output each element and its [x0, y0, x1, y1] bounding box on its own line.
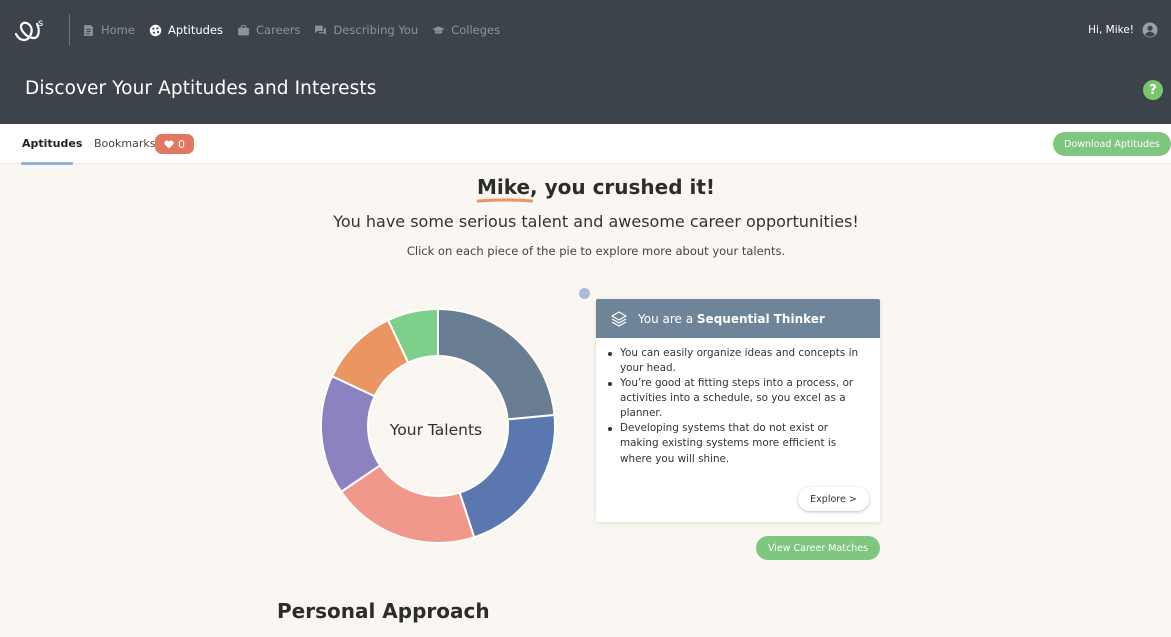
nav-label-describing-you: Describing You [333, 23, 419, 37]
palette-icon [149, 24, 162, 36]
headline-name: Mike, [476, 175, 538, 199]
page-title: Discover Your Aptitudes and Interests [25, 78, 377, 99]
list-item: You can easily organize ideas and concep… [608, 346, 866, 376]
list-item: You’re good at fitting steps into a proc… [608, 376, 866, 421]
user-avatar-icon [1142, 22, 1158, 38]
help-button[interactable]: ? [1143, 80, 1163, 100]
donut-center-label: Your Talents [389, 421, 483, 439]
briefcase-icon [238, 24, 249, 35]
instruction-text: Click on each piece of the pie to explor… [406, 244, 786, 258]
nav-item-describing-you[interactable]: Describing You [314, 23, 418, 37]
headline-text: you crushed it! [544, 175, 716, 199]
list-item: Developing systems that do not exist or … [608, 421, 866, 466]
section-title-personal-approach: Personal Approach [277, 599, 490, 623]
headline: Mike, you crushed it! [0, 175, 1171, 203]
active-tab-indicator [21, 162, 73, 165]
layers-icon [611, 310, 627, 327]
top-navigation: s Home Aptitudes Careers Describing You … [0, 0, 1171, 60]
talent-type: Sequential Thinker [696, 311, 825, 326]
nav-label-home: Home [101, 23, 135, 37]
tab-aptitudes[interactable]: Aptitudes [22, 137, 82, 150]
donut-segment-1[interactable] [437, 307, 556, 421]
app-logo[interactable]: s [12, 14, 52, 46]
page-header: Discover Your Aptitudes and Interests ? [0, 60, 1171, 124]
subheadline: You have some serious talent and awesome… [333, 212, 859, 231]
name-underline [476, 198, 533, 203]
user-greeting: Hi, Mike! [1088, 24, 1134, 36]
nav-label-aptitudes: Aptitudes [167, 23, 224, 37]
nav-divider [69, 14, 70, 46]
help-icon: ? [1149, 82, 1157, 98]
view-career-matches-button[interactable]: View Career Matches [756, 536, 880, 560]
explore-button[interactable]: Explore > [798, 487, 869, 511]
nav-item-aptitudes[interactable]: Aptitudes [149, 23, 223, 37]
tab-bookmarks[interactable]: Bookmarks [94, 137, 155, 150]
svg-text:s: s [38, 18, 43, 29]
nav-label-careers: Careers [256, 23, 301, 37]
nav-label-colleges: Colleges [451, 23, 501, 37]
tabs-bar: Aptitudes Bookmarks 0 [0, 124, 1171, 165]
document-icon [84, 24, 93, 36]
indicator-dot [579, 288, 590, 299]
talent-bullet-list: You can easily organize ideas and concep… [596, 338, 880, 467]
nav-items: Home Aptitudes Careers Describing You Co… [82, 0, 500, 60]
talent-card-title: You are a Sequential Thinker [638, 312, 825, 326]
nav-item-home[interactable]: Home [82, 23, 135, 37]
download-aptitudes-button[interactable]: Download Aptitudes [1053, 132, 1171, 156]
chat-bubbles-icon [315, 25, 327, 35]
nav-item-colleges[interactable]: Colleges [432, 23, 500, 37]
heart-icon [164, 140, 174, 148]
talent-card: You are a Sequential Thinker You can eas… [596, 299, 880, 522]
talent-card-header: You are a Sequential Thinker [596, 299, 880, 338]
graduation-cap-icon [432, 25, 445, 34]
nav-item-careers[interactable]: Careers [237, 23, 300, 37]
bookmark-count-badge[interactable]: 0 [155, 134, 194, 154]
user-menu[interactable]: Hi, Mike! [1088, 0, 1158, 60]
talent-card-prefix: You are a [638, 311, 694, 326]
bookmark-count: 0 [178, 137, 185, 151]
